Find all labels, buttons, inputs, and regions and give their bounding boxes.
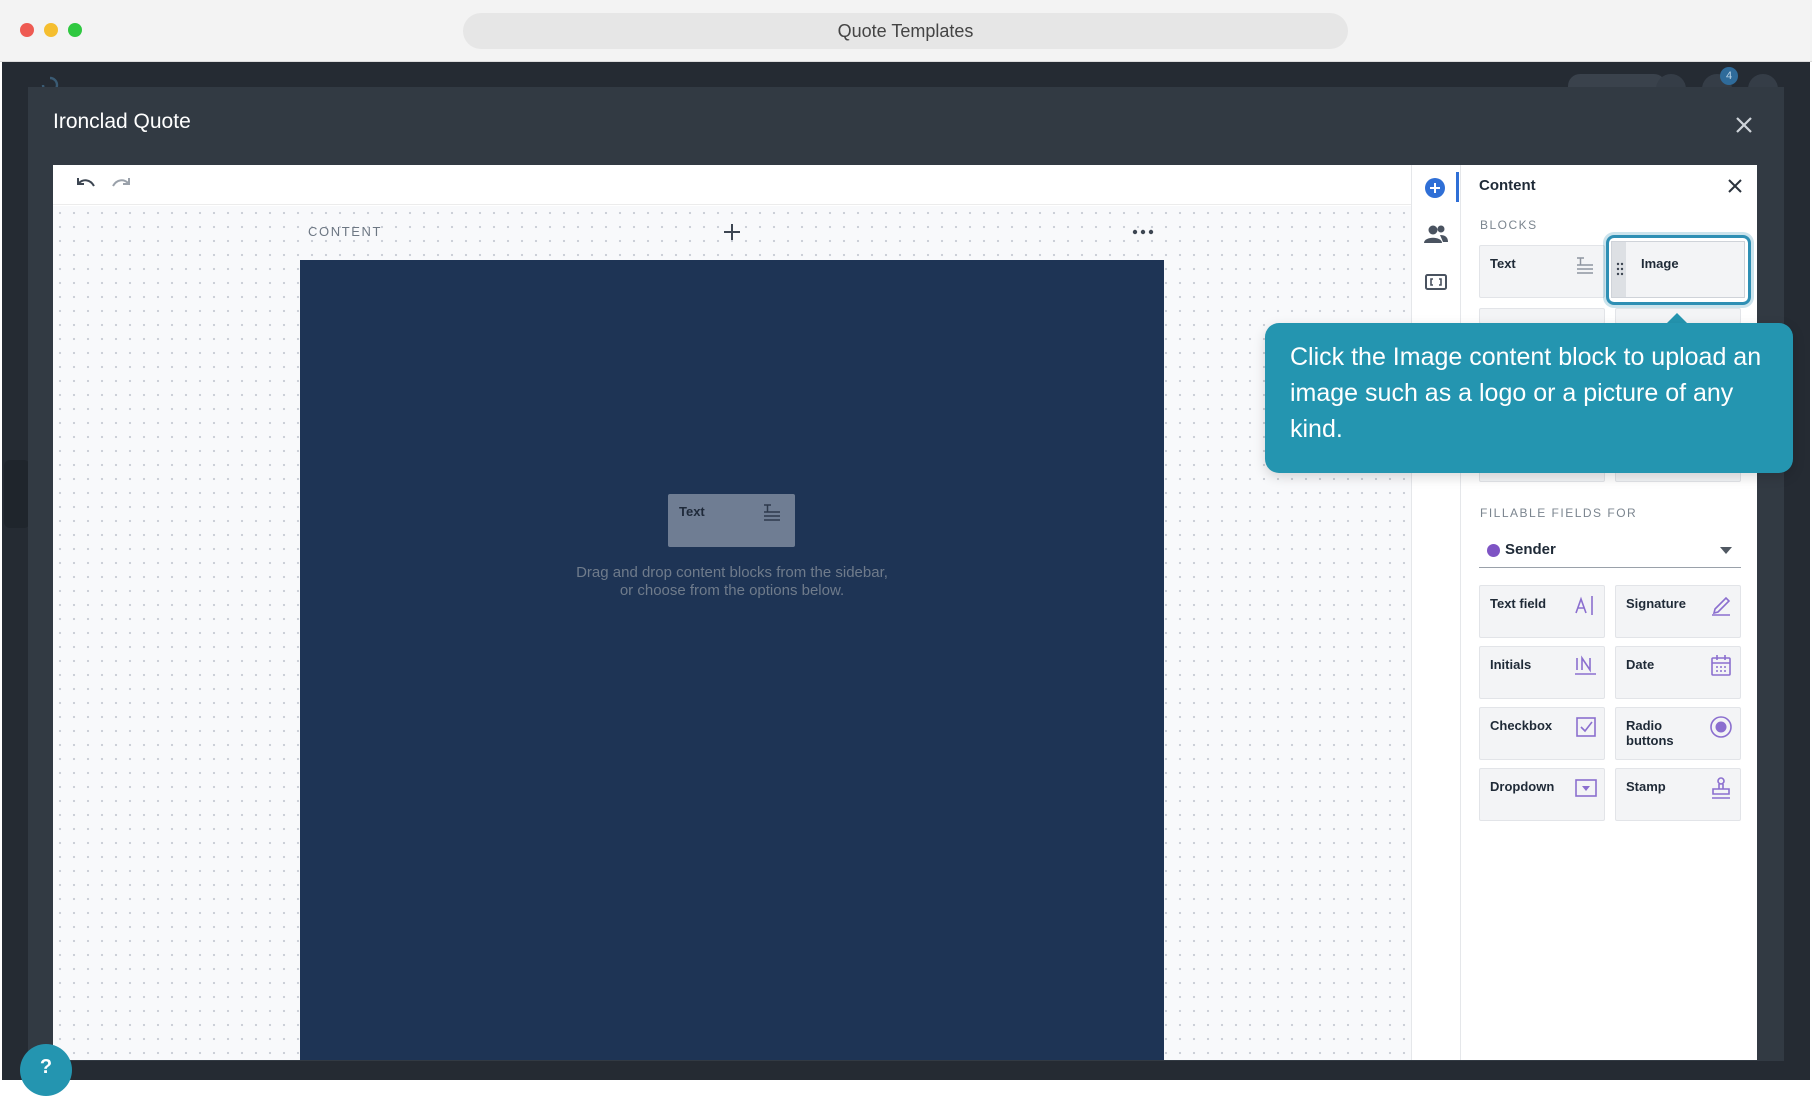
fillable-fields-label: FILLABLE FIELDS FOR: [1480, 506, 1638, 520]
content-section-label: CONTENT: [308, 224, 383, 239]
sidebar-rail: [1411, 165, 1461, 1060]
tooltip-text: Click the Image content block to upload …: [1290, 343, 1762, 443]
drop-hint: Drag and drop content blocks from the si…: [576, 564, 888, 599]
calendar-icon: [1711, 655, 1731, 676]
checkbox-icon: [1576, 717, 1596, 737]
help-button[interactable]: ?: [20, 1044, 72, 1096]
dropdown-label: Dropdown: [1490, 779, 1555, 794]
sender-dropdown-value: Sender: [1505, 541, 1556, 558]
video-block-card[interactable]: [1479, 308, 1605, 324]
document-page[interactable]: [300, 260, 1164, 1060]
initials-label: Initials: [1490, 657, 1532, 672]
pen-icon: [1712, 596, 1731, 616]
rail-active-indicator: [1456, 172, 1459, 202]
sender-color-dot: [1487, 544, 1500, 557]
modal-title: Ironclad Quote: [53, 110, 191, 133]
minimize-window-button[interactable]: [44, 23, 58, 37]
close-window-button[interactable]: [20, 23, 34, 37]
signature-label: Signature: [1626, 596, 1686, 611]
text-block-label: Text: [1490, 256, 1516, 271]
close-icon[interactable]: [1726, 177, 1744, 195]
add-section-icon[interactable]: [720, 220, 744, 244]
recipients-icon[interactable]: [1423, 224, 1449, 244]
variables-icon[interactable]: [1424, 272, 1448, 292]
notification-badge: 4: [1720, 67, 1738, 85]
date-label: Date: [1626, 657, 1655, 672]
text-block-icon: [764, 504, 780, 521]
panel-title: Content: [1479, 177, 1536, 194]
close-icon[interactable]: [1731, 112, 1757, 138]
maximize-window-button[interactable]: [68, 23, 82, 37]
initials-icon: [1575, 655, 1596, 675]
text-field-icon: [1575, 596, 1593, 615]
radio-buttons-label: Radio buttons: [1626, 718, 1674, 748]
chevron-down-icon: [1720, 547, 1732, 554]
add-content-icon[interactable]: [1424, 177, 1446, 199]
blocks-section-label: BLOCKS: [1480, 218, 1538, 232]
redo-icon[interactable]: [110, 176, 132, 194]
drag-handle-icon: [1616, 262, 1624, 276]
stamp-icon: [1712, 777, 1730, 799]
stamp-label: Stamp: [1626, 779, 1666, 794]
image-block-label: Image: [1641, 256, 1679, 271]
dropdown-icon: [1575, 779, 1597, 797]
editor-toolbar: [53, 165, 1411, 205]
text-block-icon: [1577, 257, 1593, 274]
background-sidebar-item: [4, 460, 30, 528]
text-field-label: Text field: [1490, 596, 1547, 611]
radio-icon: [1710, 716, 1732, 738]
window-title: Quote Templates: [463, 13, 1348, 49]
undo-icon[interactable]: [75, 176, 97, 194]
more-options-icon[interactable]: [1128, 224, 1158, 240]
dragged-text-block-label: Text: [679, 504, 705, 519]
checkbox-label: Checkbox: [1490, 718, 1553, 733]
